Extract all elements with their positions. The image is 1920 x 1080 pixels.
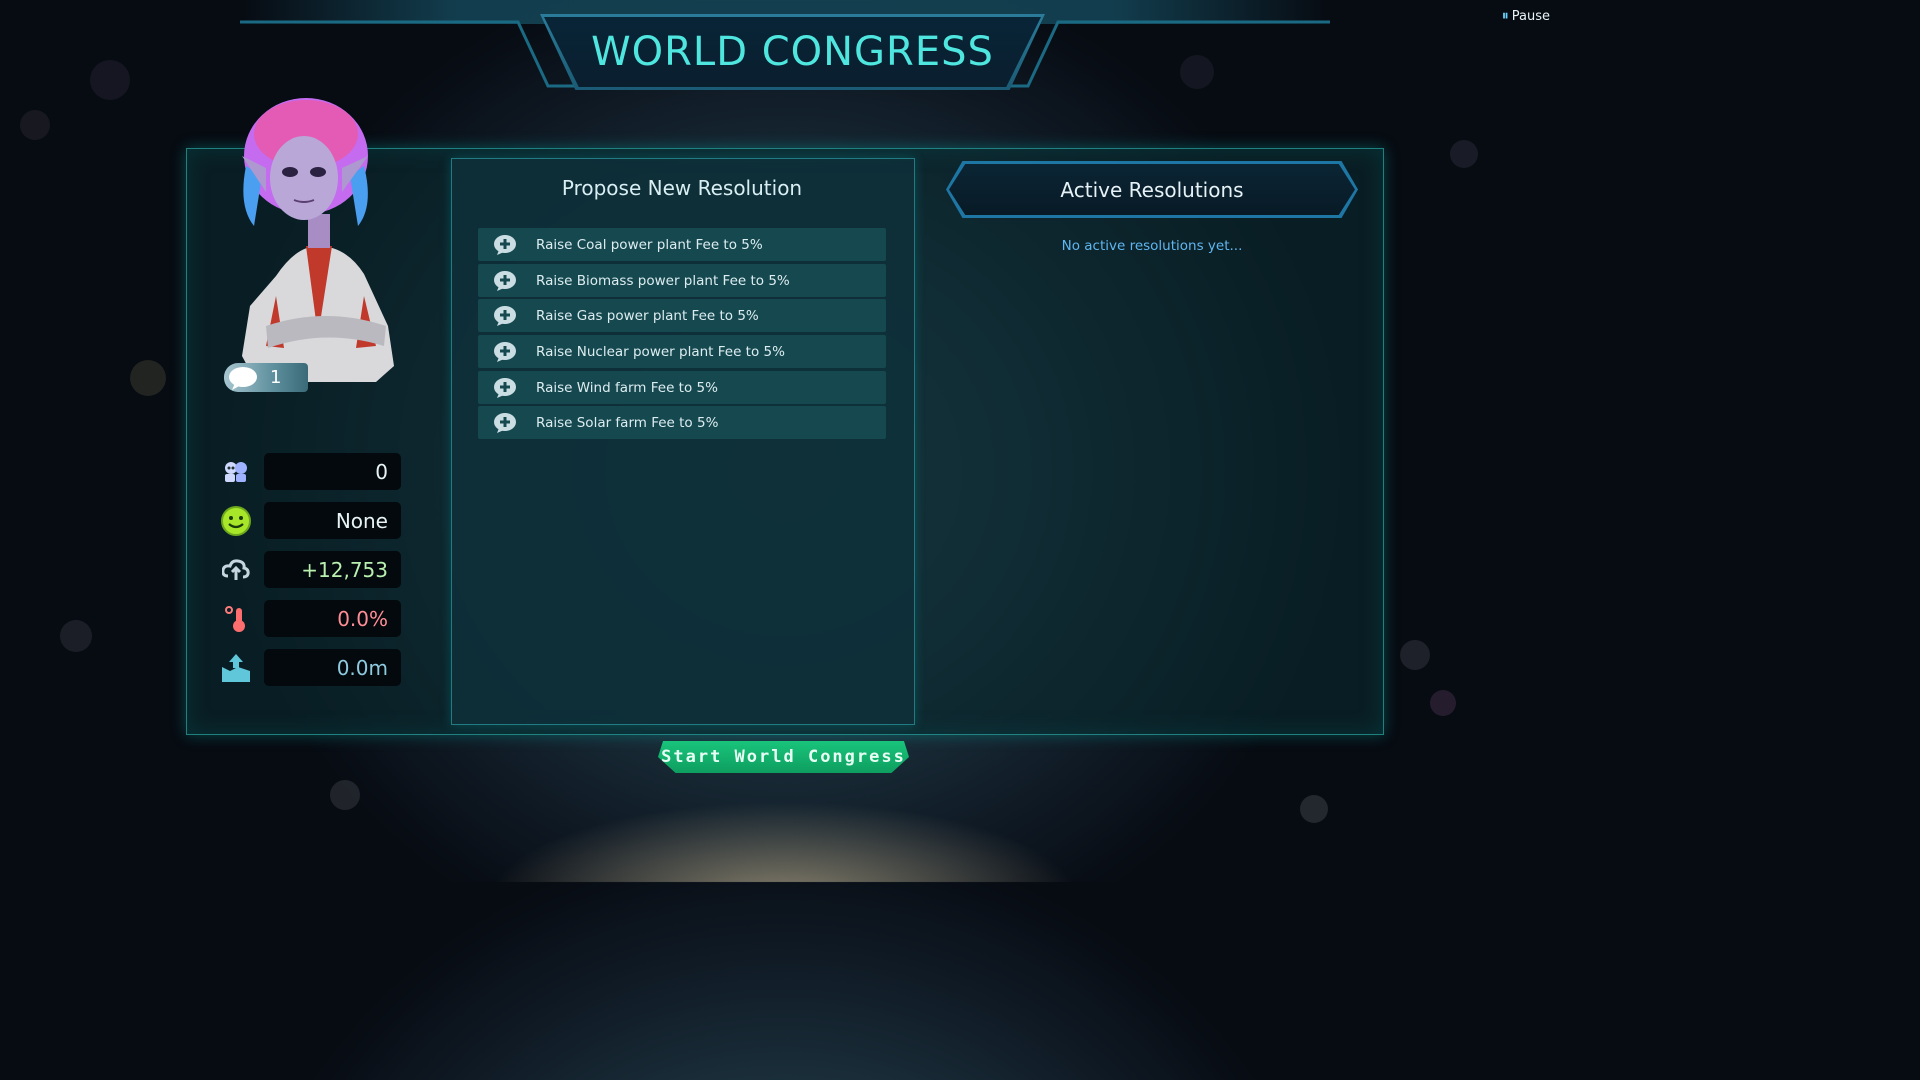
propose-resolution-icon <box>493 270 533 292</box>
happiness-value-text: None <box>335 508 388 533</box>
advisor-portrait <box>242 98 394 382</box>
propose-resolution-icon <box>493 341 533 363</box>
resolution-item[interactable]: Raise Coal power plant Fee to 5% <box>478 228 886 261</box>
temperature-value: 0.0% <box>264 600 401 637</box>
pause-label: Pause <box>1511 8 1550 24</box>
happiness-value: None <box>264 502 401 539</box>
background-bokeh <box>130 360 166 396</box>
active-resolutions-title: Active Resolutions <box>1060 177 1244 202</box>
stat-row-temperature: 0.0% <box>218 600 402 637</box>
emissions-icon <box>218 553 254 587</box>
resolution-label: Raise Nuclear power plant Fee to 5% <box>536 343 785 360</box>
propose-title: Propose New Resolution <box>561 176 803 200</box>
pause-icon: ⏸ <box>1501 8 1509 24</box>
propose-resolution-icon <box>493 412 533 434</box>
background-bokeh <box>1300 795 1328 823</box>
propose-resolution-icon <box>493 377 533 399</box>
no-active-resolutions-text: No active resolutions yet... <box>1061 238 1243 254</box>
background-bokeh <box>1430 690 1456 716</box>
happiness-icon <box>218 504 254 538</box>
temperature-value-text: 0.0% <box>337 606 388 631</box>
stat-row-emissions: +12,753 <box>218 551 402 588</box>
population-icon <box>218 455 254 489</box>
resolution-item[interactable]: Raise Biomass power plant Fee to 5% <box>478 264 886 297</box>
resolution-item[interactable]: Raise Nuclear power plant Fee to 5% <box>478 335 886 368</box>
active-resolutions-header: Active Resolutions <box>949 164 1355 215</box>
background-bokeh <box>20 110 50 140</box>
propose-resolution-icon <box>493 234 533 256</box>
resolution-label: Raise Gas power plant Fee to 5% <box>536 307 759 324</box>
resolution-label: Raise Wind farm Fee to 5% <box>536 379 718 396</box>
advisor-messages-badge[interactable]: 1 <box>224 363 308 392</box>
background-bokeh <box>1400 640 1430 670</box>
sea-level-value: 0.0m <box>264 649 401 686</box>
start-world-congress-button[interactable]: Start World Congress <box>658 741 909 773</box>
messages-count: 1 <box>270 367 282 388</box>
emissions-value-text: +12,753 <box>301 557 388 582</box>
resolution-label: Raise Coal power plant Fee to 5% <box>536 236 763 253</box>
population-value: 0 <box>264 453 401 490</box>
sea-level-icon <box>218 651 254 685</box>
start-world-congress-label: Start World Congress <box>661 747 906 767</box>
sea-level-value-text: 0.0m <box>336 655 388 680</box>
temperature-icon <box>218 602 254 636</box>
resolution-item[interactable]: Raise Wind farm Fee to 5% <box>478 371 886 404</box>
stat-row-sea-level: 0.0m <box>218 649 402 686</box>
emissions-value: +12,753 <box>264 551 401 588</box>
page-title-text: WORLD CONGRESS <box>591 29 994 75</box>
resolution-label: Raise Biomass power plant Fee to 5% <box>536 272 790 289</box>
speech-bubble-icon <box>226 365 260 391</box>
stat-row-happiness: None <box>218 502 402 539</box>
background-bokeh <box>1450 140 1478 168</box>
resolution-item[interactable]: Raise Gas power plant Fee to 5% <box>478 299 886 332</box>
background-bokeh <box>330 780 360 810</box>
pause-button[interactable]: ⏸ Pause <box>1502 8 1550 24</box>
stat-row-population: 0 <box>218 453 402 490</box>
population-value-text: 0 <box>375 459 388 484</box>
propose-resolution-icon <box>493 305 533 327</box>
background-bokeh <box>60 620 92 652</box>
page-title: WORLD CONGRESS <box>544 17 1041 87</box>
resolution-label: Raise Solar farm Fee to 5% <box>536 414 719 431</box>
resolution-item[interactable]: Raise Solar farm Fee to 5% <box>478 406 886 439</box>
